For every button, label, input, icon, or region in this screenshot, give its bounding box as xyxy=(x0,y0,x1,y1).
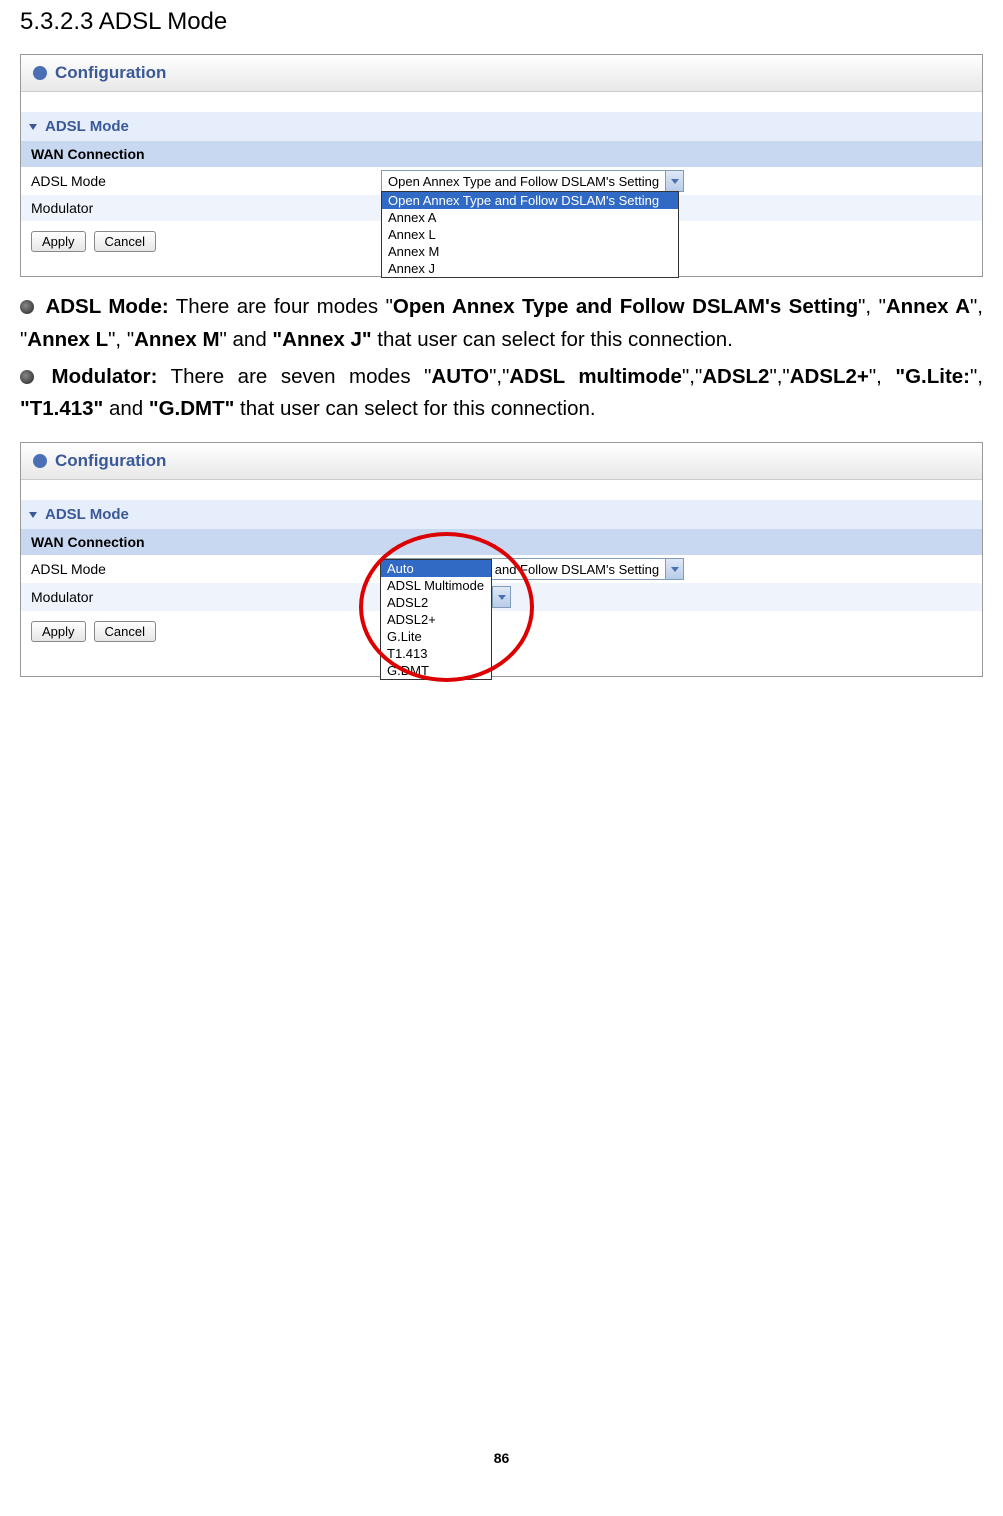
adsl-mode-label: ADSL Mode xyxy=(21,168,381,194)
row-adsl-mode: ADSL Mode Open Annex Type and Follow DSL… xyxy=(21,555,982,583)
row-modulator: Modulator Auto xyxy=(21,583,982,611)
chevron-down-icon[interactable] xyxy=(665,171,683,191)
dropdown-option[interactable]: Auto xyxy=(381,560,491,577)
dropdown-option[interactable]: ADSL2 xyxy=(381,594,491,611)
subheader-label: ADSL Mode xyxy=(45,118,129,135)
dropdown-option[interactable]: Open Annex Type and Follow DSLAM's Setti… xyxy=(382,192,678,209)
bullet-icon xyxy=(20,370,34,384)
cancel-button[interactable]: Cancel xyxy=(94,231,156,252)
subheader-adsl[interactable]: ADSL Mode xyxy=(21,112,982,141)
wan-header: WAN Connection xyxy=(21,529,982,555)
desc-adsl-mode: ADSL Mode: There are four modes "Open An… xyxy=(20,291,983,357)
bullet-icon xyxy=(20,300,34,314)
dot-icon xyxy=(33,454,47,468)
page-number: 86 xyxy=(20,1450,983,1466)
caret-down-icon xyxy=(29,512,37,518)
modulator-dropdown[interactable]: Auto ADSL Multimode ADSL2 ADSL2+ G.Lite … xyxy=(380,559,492,680)
subheader-adsl[interactable]: ADSL Mode xyxy=(21,500,982,529)
cancel-button[interactable]: Cancel xyxy=(94,621,156,642)
dropdown-option[interactable]: Annex L xyxy=(382,226,678,243)
dropdown-option[interactable]: T1.413 xyxy=(381,645,491,662)
modulator-label: Modulator xyxy=(21,195,381,221)
config-header: Configuration xyxy=(21,55,982,92)
apply-button[interactable]: Apply xyxy=(31,621,86,642)
config-title: Configuration xyxy=(55,451,166,470)
dropdown-option[interactable]: G.Lite xyxy=(381,628,491,645)
config-header: Configuration xyxy=(21,443,982,480)
config-panel-2: Configuration ADSL Mode WAN Connection A… xyxy=(20,442,983,677)
dropdown-option[interactable]: G.DMT xyxy=(381,662,491,679)
adsl-mode-dropdown[interactable]: Open Annex Type and Follow DSLAM's Setti… xyxy=(381,191,679,278)
chevron-down-icon[interactable] xyxy=(492,587,510,607)
modulator-label: Modulator xyxy=(21,584,381,610)
dropdown-option[interactable]: Annex M xyxy=(382,243,678,260)
wan-header: WAN Connection xyxy=(21,141,982,167)
apply-button[interactable]: Apply xyxy=(31,231,86,252)
caret-down-icon xyxy=(29,124,37,130)
config-title: Configuration xyxy=(55,63,166,82)
desc-modulator: Modulator: There are seven modes "AUTO",… xyxy=(20,361,983,427)
config-panel-1: Configuration ADSL Mode WAN Connection A… xyxy=(20,54,983,277)
button-row: Apply Cancel xyxy=(21,611,982,652)
adsl-mode-label: ADSL Mode xyxy=(21,556,381,582)
row-adsl-mode: ADSL Mode Open Annex Type and Follow DSL… xyxy=(21,167,982,195)
dropdown-option[interactable]: ADSL2+ xyxy=(381,611,491,628)
adsl-mode-value: Open Annex Type and Follow DSLAM's Setti… xyxy=(382,174,665,189)
dropdown-option[interactable]: Annex A xyxy=(382,209,678,226)
subheader-label: ADSL Mode xyxy=(45,506,129,523)
dropdown-option[interactable]: Annex J xyxy=(382,260,678,277)
dropdown-option[interactable]: ADSL Multimode xyxy=(381,577,491,594)
adsl-mode-select[interactable]: Open Annex Type and Follow DSLAM's Setti… xyxy=(381,170,684,192)
section-heading: 5.3.2.3 ADSL Mode xyxy=(20,8,983,36)
dot-icon xyxy=(33,66,47,80)
chevron-down-icon[interactable] xyxy=(665,559,683,579)
